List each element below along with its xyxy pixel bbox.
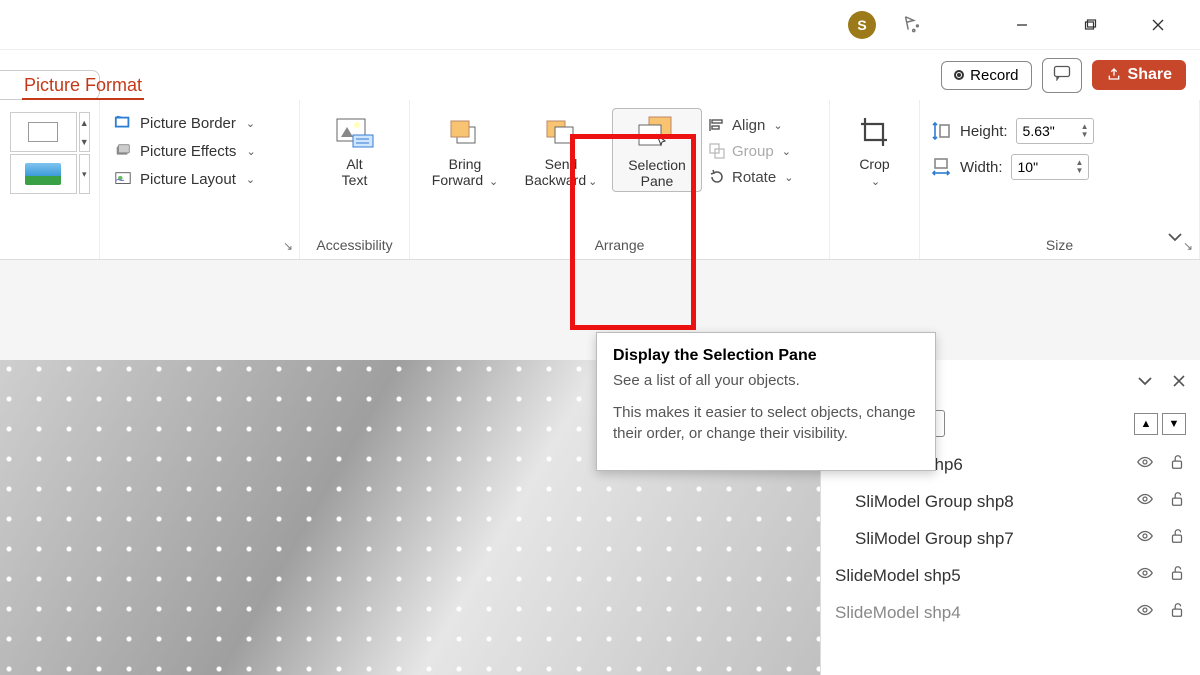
picture-border-icon — [114, 114, 132, 132]
chevron-down-icon: ⌄ — [773, 119, 782, 132]
lock-toggle-icon[interactable] — [1168, 601, 1186, 624]
move-down-button[interactable]: ▼ — [1162, 413, 1186, 435]
dialog-launcher-icon[interactable]: ↘ — [1183, 239, 1193, 253]
tab-picture-format[interactable]: Picture Format — [22, 67, 144, 100]
close-button[interactable] — [1136, 5, 1180, 45]
visibility-toggle-icon[interactable] — [1136, 490, 1154, 513]
minimize-button[interactable] — [1000, 5, 1044, 45]
selection-item-label: SlideModel shp5 — [835, 566, 961, 586]
group-label-accessibility: Accessibility — [300, 237, 409, 253]
selection-pane-close-icon[interactable] — [1172, 374, 1186, 393]
chevron-down-icon: ⌄ — [784, 171, 793, 184]
bring-forward-icon — [447, 114, 483, 152]
tooltip-title: Display the Selection Pane — [613, 347, 919, 365]
crop-button[interactable]: Crop⌄ — [840, 108, 909, 190]
chevron-down-icon: ⌄ — [246, 173, 255, 186]
chevron-down-icon: ⌄ — [489, 176, 498, 188]
lock-toggle-icon[interactable] — [1168, 564, 1186, 587]
align-icon — [708, 116, 726, 134]
picture-effects-menu[interactable]: Picture Effects⌄ — [110, 140, 280, 162]
ribbon-tab-row: Picture Format Record Share — [0, 50, 1200, 100]
ribbon-collapse-icon[interactable] — [1166, 230, 1184, 249]
visibility-toggle-icon[interactable] — [1136, 453, 1154, 476]
picture-border-menu[interactable]: Picture Border⌄ — [110, 112, 280, 134]
chevron-down-icon: ⌄ — [588, 176, 597, 188]
selection-item-label: SliModel Group shp8 — [835, 492, 1014, 512]
record-icon — [954, 70, 964, 80]
maximize-button[interactable] — [1068, 5, 1112, 45]
chevron-down-icon: ⌄ — [246, 117, 255, 130]
gallery-scroll[interactable]: ▲▼ — [79, 112, 90, 152]
picture-style-thumb[interactable] — [10, 154, 77, 194]
selection-item[interactable]: SlideModel shp4 — [835, 599, 1186, 626]
lock-toggle-icon[interactable] — [1168, 490, 1186, 513]
gallery-more[interactable]: ▾ — [79, 154, 90, 194]
send-backward-button[interactable]: SendBackward⌄ — [516, 108, 606, 190]
width-icon — [930, 156, 952, 178]
selection-pane-icon — [635, 115, 679, 153]
picture-effects-icon — [114, 142, 132, 160]
rotate-menu[interactable]: Rotate⌄ — [708, 168, 808, 186]
lock-toggle-icon[interactable] — [1168, 527, 1186, 550]
selection-pane-button[interactable]: SelectionPane — [612, 108, 702, 192]
group-icon — [708, 142, 726, 160]
bring-forward-button[interactable]: BringForward ⌄ — [420, 108, 510, 190]
tooltip-line1: See a list of all your objects. — [613, 371, 919, 391]
height-label: Height: — [960, 123, 1008, 140]
record-button[interactable]: Record — [941, 61, 1031, 90]
selection-object-list: Model shp6SliModel Group shp8SliModel Gr… — [835, 451, 1186, 626]
picture-layout-menu[interactable]: Picture Layout⌄ — [110, 168, 280, 190]
account-badge[interactable]: S — [848, 11, 876, 39]
crop-icon — [857, 114, 893, 152]
record-label: Record — [970, 67, 1018, 84]
ribbon: ▲▼ ▾ Picture Border⌄ Picture Effects⌄ — [0, 100, 1200, 260]
lock-toggle-icon[interactable] — [1168, 453, 1186, 476]
height-icon — [930, 120, 952, 142]
width-spinner[interactable]: ▲▼ — [1072, 159, 1088, 175]
width-label: Width: — [960, 159, 1003, 176]
selection-item-label: SlideModel shp4 — [835, 603, 961, 623]
visibility-toggle-icon[interactable] — [1136, 564, 1154, 587]
share-icon — [1106, 67, 1122, 83]
picture-style-thumb[interactable] — [10, 112, 77, 152]
visibility-toggle-icon[interactable] — [1136, 527, 1154, 550]
dialog-launcher-icon[interactable]: ↘ — [283, 239, 293, 253]
selection-pane-collapse-icon[interactable] — [1136, 374, 1154, 393]
group-label-arrange: Arrange — [410, 237, 829, 253]
move-up-button[interactable]: ▲ — [1134, 413, 1158, 435]
tooltip: Display the Selection Pane See a list of… — [596, 332, 936, 471]
alt-text-button[interactable]: AltText — [310, 108, 399, 190]
selection-item[interactable]: SliModel Group shp8 — [835, 488, 1186, 515]
titlebar: S — [0, 0, 1200, 50]
alt-text-icon — [333, 114, 377, 152]
selection-item-label: SliModel Group shp7 — [835, 529, 1014, 549]
group-menu: Group⌄ — [708, 142, 808, 160]
chevron-down-icon: ⌄ — [246, 145, 255, 158]
group-label-size: Size — [920, 237, 1199, 253]
chevron-down-icon: ⌄ — [782, 145, 791, 158]
share-label: Share — [1128, 66, 1172, 84]
width-input[interactable]: ▲▼ — [1011, 154, 1089, 180]
height-input[interactable]: ▲▼ — [1016, 118, 1094, 144]
align-menu[interactable]: Align⌄ — [708, 116, 808, 134]
tooltip-line2: This makes it easier to select objects, … — [613, 403, 919, 444]
share-button[interactable]: Share — [1092, 60, 1186, 90]
whats-new-icon[interactable] — [900, 14, 922, 36]
selection-item[interactable]: SliModel Group shp7 — [835, 525, 1186, 552]
height-spinner[interactable]: ▲▼ — [1077, 123, 1093, 139]
picture-layout-icon — [114, 170, 132, 188]
comments-button[interactable] — [1042, 58, 1082, 93]
rotate-icon — [708, 168, 726, 186]
chevron-down-icon: ⌄ — [871, 176, 880, 188]
send-backward-icon — [543, 114, 579, 152]
visibility-toggle-icon[interactable] — [1136, 601, 1154, 624]
selection-item[interactable]: SlideModel shp5 — [835, 562, 1186, 589]
